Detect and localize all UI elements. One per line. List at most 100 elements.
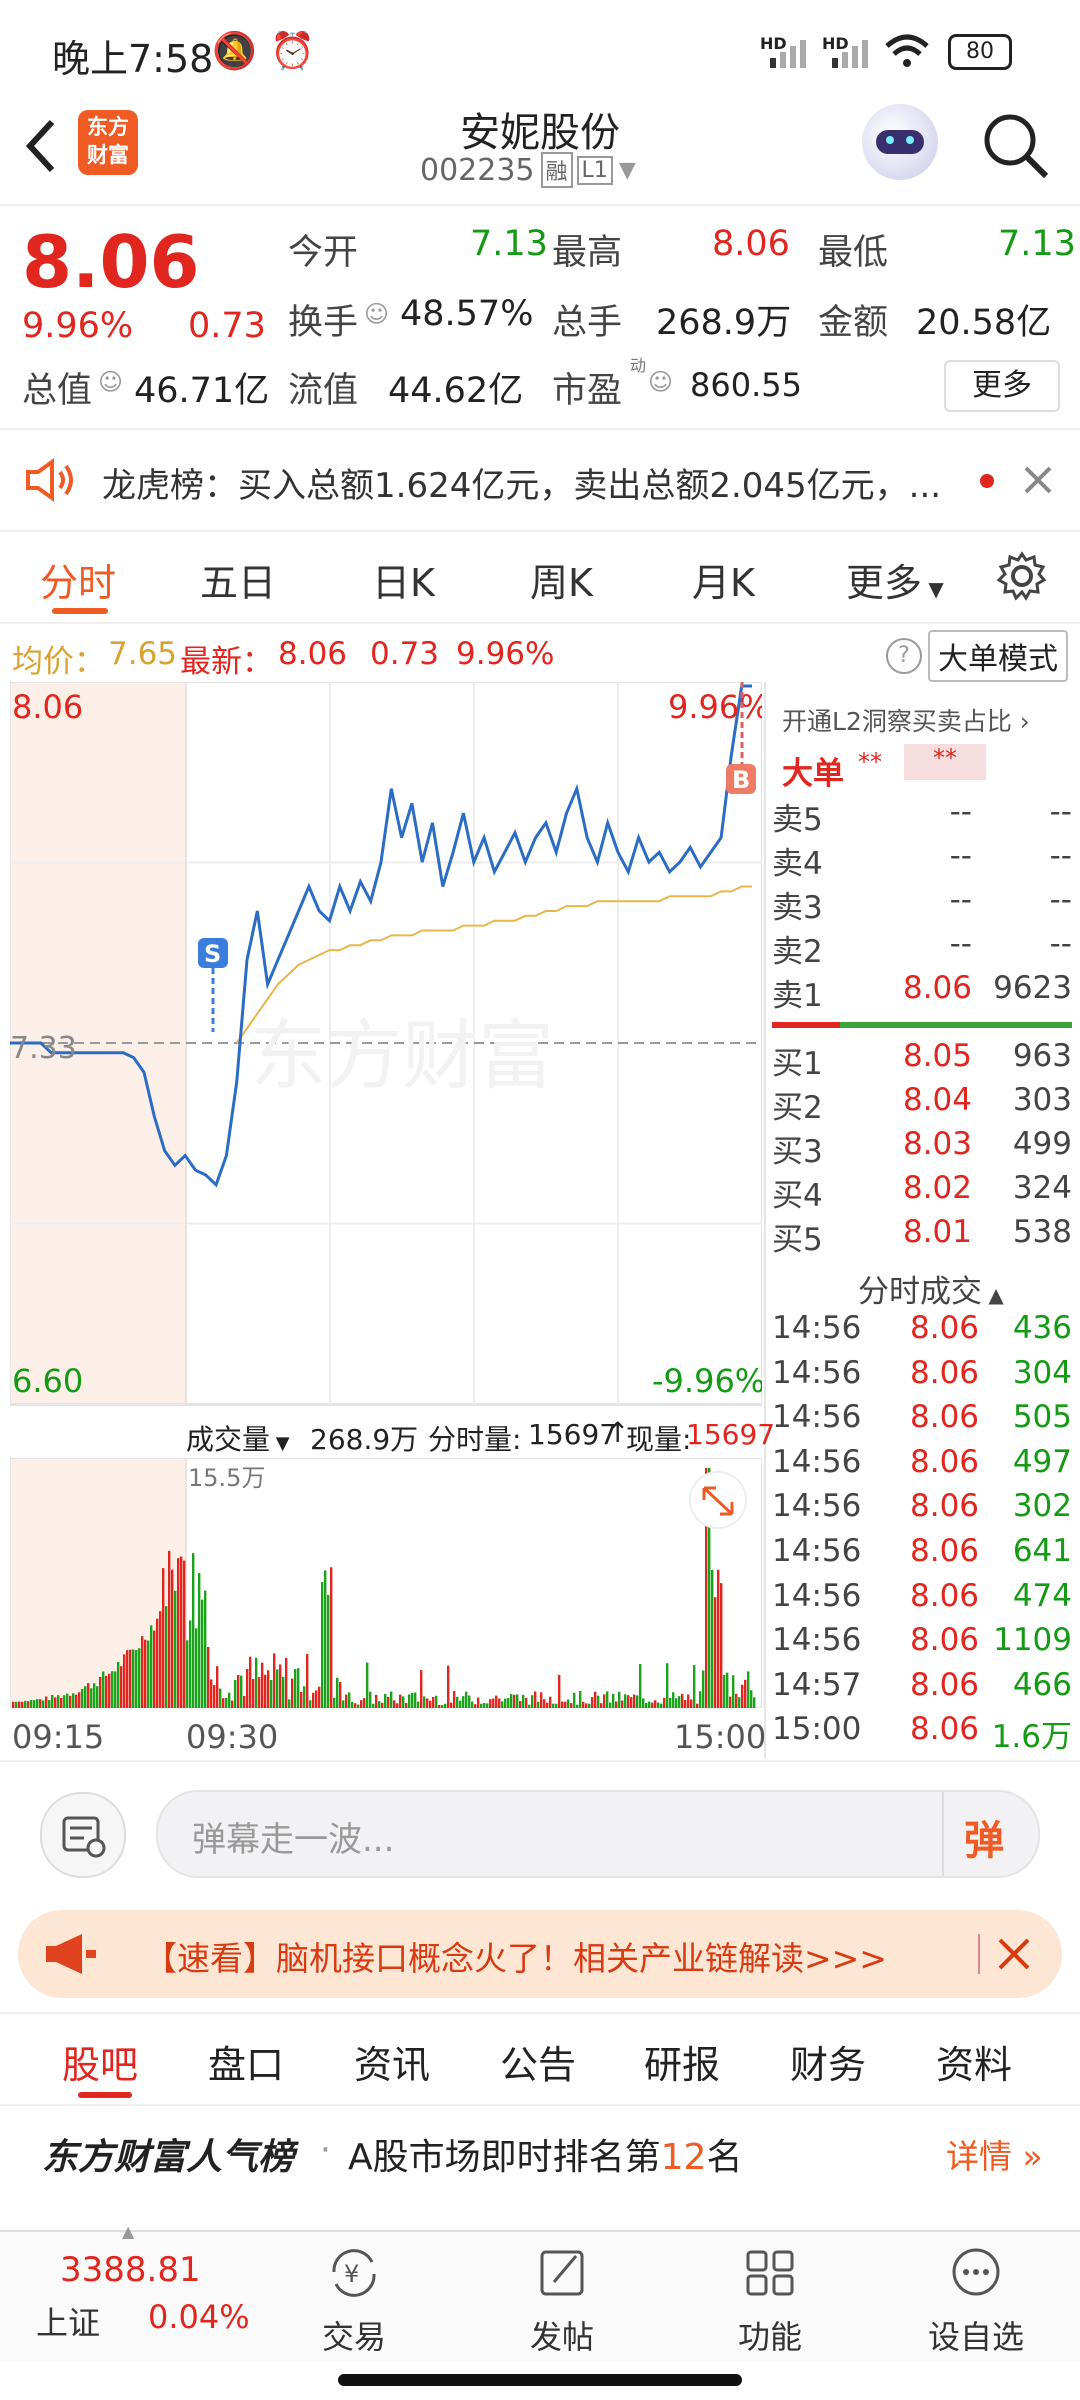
tab-daily-k[interactable]: 日K <box>372 552 435 607</box>
notice-bar[interactable]: 龙虎榜：买入总额1.624亿元，卖出总额2.045亿元，... <box>0 428 1080 532</box>
volume-bar <box>363 1698 366 1708</box>
volume-bar <box>672 1692 675 1708</box>
rank-text: A股市场即时排名第12名 <box>348 2128 742 2180</box>
mktcap-value: 46.71亿 <box>134 371 270 411</box>
volume-bar <box>39 1699 42 1708</box>
rank-detail-link[interactable]: 详情 » <box>946 2130 1043 2178</box>
tab-intraday[interactable]: 分时 <box>40 552 116 607</box>
close-icon[interactable] <box>1022 464 1054 496</box>
volume-bar <box>327 1594 330 1708</box>
tab-weekly-k[interactable]: 周K <box>530 552 593 607</box>
volume-bar <box>207 1646 210 1708</box>
volume-bar <box>216 1666 219 1708</box>
tab-financials[interactable]: 财务 <box>790 2034 866 2089</box>
rank-brand: 东方财富人气榜 <box>42 2137 295 2178</box>
ask-row[interactable]: 卖2 -- -- <box>772 926 1072 970</box>
sort-up-icon: ▲ <box>982 1283 1004 1307</box>
volume-bar <box>378 1701 381 1708</box>
volume-bar <box>579 1691 582 1708</box>
tab-announcements[interactable]: 公告 <box>500 2034 576 2089</box>
trade-price: 8.06 <box>910 1310 980 1346</box>
stock-name[interactable]: 安妮股份 <box>340 100 740 158</box>
current-price: 8.06 <box>22 220 200 304</box>
danmu-input[interactable]: 弹幕走一波... 弹 <box>156 1790 1040 1878</box>
tab-profile[interactable]: 资料 <box>936 2034 1012 2089</box>
help-icon[interactable]: ? <box>886 638 922 674</box>
gear-icon[interactable] <box>996 550 1048 602</box>
popularity-rank[interactable]: 东方财富人气榜 · A股市场即时排名第12名 详情 » <box>0 2104 1080 2202</box>
volume-bar <box>669 1697 672 1708</box>
tab-five-day[interactable]: 五日 <box>200 552 276 607</box>
big-order-value-2: ** <box>904 744 986 780</box>
home-indicator[interactable] <box>338 2374 742 2386</box>
intraday-chart[interactable]: 东方财富 8.06 9.96% 7.33 6.60 -9.96% S B <box>9 681 770 1405</box>
nav-trade[interactable]: ¥ 交易 <box>284 2242 424 2358</box>
l2-upsell-link[interactable]: 开通L2洞察买卖占比 › <box>782 702 1030 738</box>
trade-row: 14:56 8.06 304 <box>772 1355 1072 1399</box>
volume-bar <box>369 1691 372 1708</box>
nav-post[interactable]: 发帖 <box>492 2242 632 2358</box>
volume-bar <box>69 1695 72 1708</box>
bid-row[interactable]: 买2 8.04 303 <box>772 1082 1072 1126</box>
trades-title[interactable]: 分时成交 ▲ <box>858 1266 1004 1311</box>
info-icon[interactable]: ☺ <box>648 368 673 396</box>
trade-time: 14:56 <box>772 1533 862 1569</box>
tick-trades[interactable]: 分时成交 ▲ 14:56 8.06 436 14:56 8.06 304 14:56 8.06… <box>764 1262 1080 1758</box>
close-icon[interactable] <box>996 1936 1032 1972</box>
tab-pankou[interactable]: 盘口 <box>208 2034 284 2089</box>
danmu-toggle-icon[interactable] <box>40 1792 126 1878</box>
volume-bar <box>237 1675 240 1708</box>
ask-row[interactable]: 卖1 8.06 9623 <box>772 970 1072 1014</box>
trade-icon: ¥ <box>332 2249 376 2297</box>
volume-bar <box>147 1640 150 1708</box>
tab-more[interactable]: 更多 ▼ <box>846 552 944 607</box>
more-dots-icon <box>952 2248 1000 2296</box>
volume-bar <box>435 1695 438 1708</box>
ask-row[interactable]: 卖3 -- -- <box>772 882 1072 926</box>
volume-bar <box>297 1668 300 1708</box>
tab-news[interactable]: 资讯 <box>354 2034 430 2089</box>
bid-row[interactable]: 买4 8.02 324 <box>772 1170 1072 1214</box>
bid-row[interactable]: 买3 8.03 499 <box>772 1126 1072 1170</box>
bid-row[interactable]: 买5 8.01 538 <box>772 1214 1072 1258</box>
volume-bar <box>654 1700 657 1708</box>
volume-bar <box>741 1684 744 1708</box>
volume-bar <box>681 1693 684 1708</box>
info-icon[interactable]: ☺ <box>364 300 389 328</box>
dropdown-icon[interactable]: ▼ <box>619 158 636 183</box>
stock-code: 002235 <box>420 152 535 188</box>
volume-panel[interactable]: 成交量 ▼ 268.9万 分时量: 15697 ↑ 现量: 15697 15.5… <box>10 1404 775 1760</box>
high-label: 最高 <box>552 233 623 273</box>
trade-price: 8.06 <box>910 1666 980 1703</box>
ask-row[interactable]: 卖4 -- -- <box>772 838 1072 882</box>
danmu-send-button[interactable]: 弹 <box>964 1808 1004 1866</box>
bottom-price-label: 6.60 <box>12 1362 83 1400</box>
volume-bar <box>45 1696 48 1708</box>
ask-row[interactable]: 卖5 -- -- <box>772 794 1072 838</box>
tab-monthly-k[interactable]: 月K <box>692 552 755 607</box>
volume-bar <box>132 1649 135 1708</box>
more-button[interactable]: 更多 <box>944 360 1060 412</box>
volume-bar <box>360 1700 363 1708</box>
tab-research[interactable]: 研报 <box>644 2034 720 2089</box>
tab-guba[interactable]: 股吧 <box>62 2034 138 2089</box>
volume-type-select[interactable]: 成交量 ▼ <box>186 1418 290 1458</box>
trade-row: 15:00 8.06 1.6万 <box>772 1711 1072 1755</box>
volume-bar <box>156 1618 159 1708</box>
promo-banner[interactable]: 【速看】脑机接口概念火了！相关产业链解读>>> <box>18 1910 1062 1998</box>
sell-marker[interactable]: S <box>198 938 228 1032</box>
low-label: 最低 <box>818 233 889 273</box>
bid-row[interactable]: 买1 8.05 963 <box>772 1038 1072 1082</box>
bottom-pct-label: -9.96% <box>652 1362 762 1400</box>
robot-assistant-icon[interactable] <box>862 104 938 180</box>
collapse-arrow-icon[interactable]: ▲ <box>122 2222 134 2241</box>
volume-bar <box>231 1700 234 1708</box>
volume-bar <box>543 1699 546 1708</box>
info-icon[interactable]: ☺ <box>98 368 123 396</box>
volume-bar <box>531 1695 534 1708</box>
back-icon[interactable] <box>22 116 62 176</box>
nav-functions[interactable]: 功能 <box>700 2242 840 2358</box>
search-icon[interactable] <box>980 110 1052 182</box>
nav-add-watchlist[interactable]: 设自选 <box>906 2242 1046 2358</box>
big-order-mode-button[interactable]: 大单模式 <box>928 630 1068 682</box>
